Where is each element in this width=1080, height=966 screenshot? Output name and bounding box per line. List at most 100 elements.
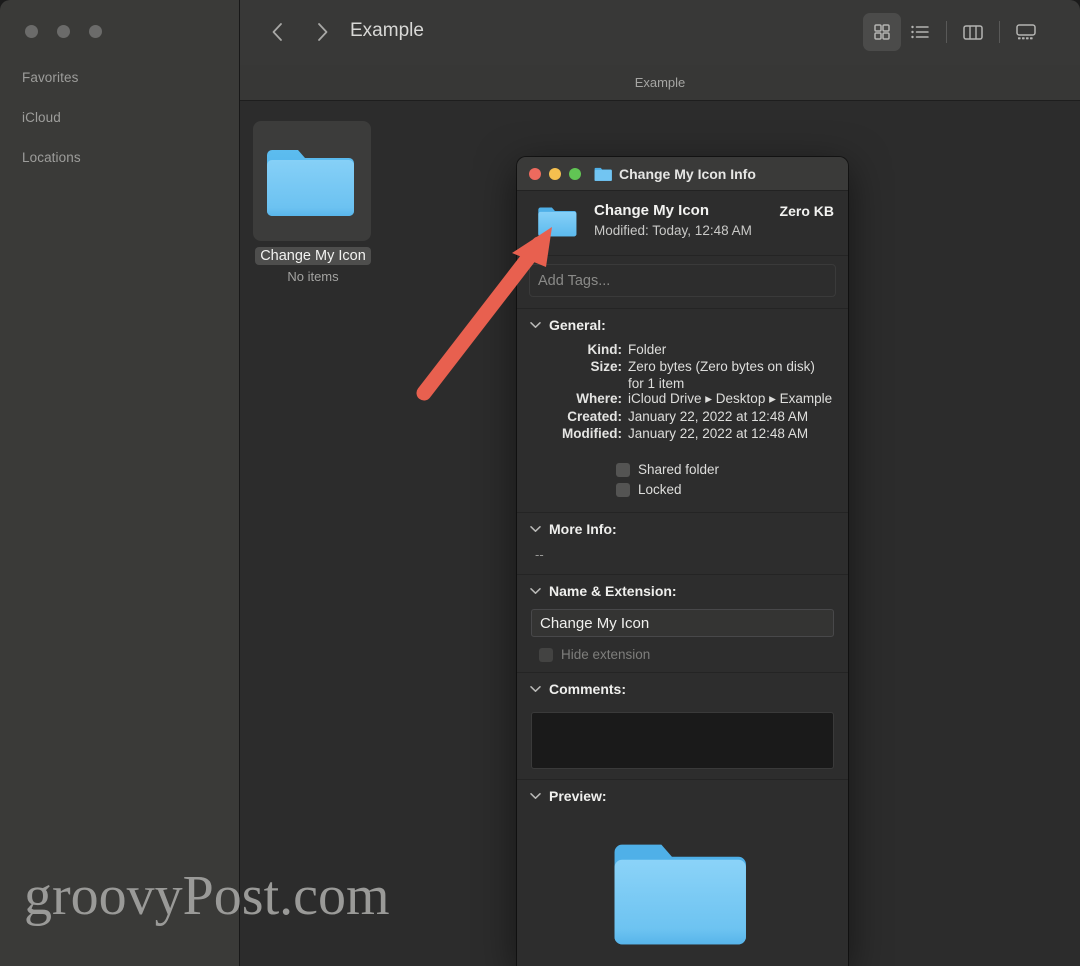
blue-folder-icon	[614, 844, 746, 945]
info-section-preview-header[interactable]: Preview:	[517, 780, 848, 812]
info-section-more-info: More Info: --	[517, 513, 848, 575]
info-title-folder-icon-wrap	[594, 166, 613, 182]
field-label: Created:	[567, 409, 622, 424]
toolbar-separator-1	[946, 21, 947, 43]
info-section-more-info-title: More Info:	[549, 521, 617, 537]
info-file-size: Zero KB	[779, 203, 834, 219]
watermark: groovyPost.com	[24, 865, 390, 927]
field-label: Kind:	[587, 342, 623, 357]
info-section-general-header[interactable]: General:	[517, 309, 848, 341]
info-tags-row: Add Tags...	[517, 256, 848, 309]
shared-folder-label: Shared folder	[638, 462, 720, 477]
file-item-subtitle: No items	[287, 269, 339, 284]
path-bar: Example	[240, 65, 1080, 101]
grid-icon	[874, 24, 890, 40]
view-mode-controls	[863, 13, 1045, 51]
info-section-name-extension-header[interactable]: Name & Extension:	[517, 575, 848, 607]
chevron-down-icon	[529, 585, 542, 598]
preview-area	[517, 812, 848, 966]
info-section-general-title: General:	[549, 317, 606, 333]
forward-button[interactable]	[310, 18, 336, 46]
sidebar-section-locations[interactable]: Locations	[22, 150, 81, 165]
comments-textarea[interactable]	[531, 712, 834, 769]
blue-folder-icon	[538, 207, 577, 237]
info-general-fields: Kind: Folder Size: Zero bytes (Zero byte…	[517, 341, 848, 453]
locked-label: Locked	[638, 482, 682, 497]
field-value: Zero bytes (Zero bytes on disk)	[628, 359, 815, 374]
chevron-left-icon	[272, 23, 282, 41]
file-name-input[interactable]: Change My Icon	[531, 609, 834, 637]
field-value: January 22, 2022 at 12:48 AM	[628, 409, 809, 424]
info-close-button[interactable]	[529, 167, 541, 180]
field-value: January 22, 2022 at 12:48 AM	[628, 426, 809, 441]
info-minimize-button[interactable]	[549, 167, 561, 180]
info-field-created: Created: January 22, 2022 at 12:48 AM	[517, 409, 834, 424]
info-section-name-extension: Name & Extension: Change My Icon Hide ex…	[517, 575, 848, 673]
info-header-folder-icon-wrap	[537, 204, 579, 243]
shared-folder-checkbox-row[interactable]: Shared folder	[616, 462, 848, 477]
info-header-row: Change My Icon Modified: Today, 12:48 AM…	[517, 191, 848, 256]
info-section-comments-title: Comments:	[549, 681, 627, 697]
chevron-down-icon	[529, 523, 542, 536]
info-file-name: Change My Icon	[594, 202, 710, 219]
checkbox-icon[interactable]	[616, 462, 630, 477]
gallery-view-button[interactable]	[1007, 13, 1045, 51]
toolbar-folder-title: Example	[350, 20, 424, 41]
info-section-comments: Comments:	[517, 673, 848, 780]
info-section-preview-title: Preview:	[549, 788, 607, 804]
sidebar-section-favorites[interactable]: Favorites	[22, 70, 78, 85]
info-more-info-value: --	[535, 547, 544, 562]
info-section-name-extension-title: Name & Extension:	[549, 583, 677, 599]
zoom-button-inactive[interactable]	[89, 25, 102, 38]
checkbox-icon[interactable]	[616, 482, 630, 497]
column-view-button[interactable]	[954, 13, 992, 51]
icon-view-button[interactable]	[863, 13, 901, 51]
info-window-titlebar[interactable]: Change My Icon Info	[517, 157, 848, 191]
minimize-button-inactive[interactable]	[57, 25, 70, 38]
info-field-where: Where: iCloud Drive ▸ Desktop ▸ Example	[517, 391, 834, 407]
info-traffic-lights	[529, 167, 581, 180]
chevron-right-icon	[318, 23, 328, 41]
info-section-comments-header[interactable]: Comments:	[517, 673, 848, 705]
info-header-text-block: Change My Icon Modified: Today, 12:48 AM	[594, 202, 780, 238]
field-label: Modified:	[562, 426, 622, 441]
finder-traffic-lights	[25, 25, 102, 38]
finder-sidebar: Favorites iCloud Locations	[0, 0, 239, 966]
list-view-button[interactable]	[901, 13, 939, 51]
info-modified-line: Modified: Today, 12:48 AM	[594, 223, 752, 238]
checkbox-icon[interactable]	[539, 647, 553, 662]
locked-checkbox-row[interactable]: Locked	[616, 482, 848, 497]
info-section-general: General: Kind: Folder Size: Zero bytes (…	[517, 309, 848, 513]
add-tags-field[interactable]: Add Tags...	[529, 264, 836, 297]
blue-folder-icon	[267, 150, 354, 216]
file-item-label-wrap: Change My Icon	[253, 241, 373, 265]
info-field-size: Size: Zero bytes (Zero bytes on disk)	[517, 359, 834, 374]
back-button[interactable]	[264, 18, 290, 46]
finder-toolbar: Example	[240, 0, 1080, 65]
hide-extension-label: Hide extension	[561, 647, 651, 662]
info-window-title: Change My Icon Info	[619, 165, 756, 182]
list-icon	[911, 25, 929, 39]
field-label: Size:	[590, 359, 622, 374]
info-general-checkboxes: Shared folder Locked	[517, 453, 848, 512]
field-value: Folder	[628, 342, 667, 357]
file-item-thumbnail	[253, 121, 371, 241]
info-field-size-continuation: for 1 item	[628, 376, 685, 391]
info-field-kind: Kind: Folder	[517, 342, 834, 357]
info-section-preview: Preview:	[517, 780, 848, 966]
close-button-inactive[interactable]	[25, 25, 38, 38]
info-field-modified: Modified: January 22, 2022 at 12:48 AM	[517, 426, 834, 441]
gallery-icon	[1016, 24, 1036, 40]
sidebar-section-icloud[interactable]: iCloud	[22, 110, 61, 125]
info-zoom-button[interactable]	[569, 167, 581, 180]
path-bar-label: Example	[634, 75, 686, 90]
field-value: iCloud Drive ▸ Desktop ▸ Example	[628, 391, 833, 406]
file-item-label: Change My Icon	[255, 247, 371, 265]
columns-icon	[963, 25, 983, 40]
finder-window: Favorites iCloud Locations Example Examp…	[0, 0, 1080, 966]
chevron-down-icon	[529, 319, 542, 332]
info-section-more-info-header[interactable]: More Info:	[517, 513, 848, 545]
hide-extension-checkbox-row[interactable]: Hide extension	[539, 647, 848, 662]
chevron-down-icon	[529, 683, 542, 696]
file-grid-item[interactable]: Change My Icon No items	[253, 121, 373, 284]
